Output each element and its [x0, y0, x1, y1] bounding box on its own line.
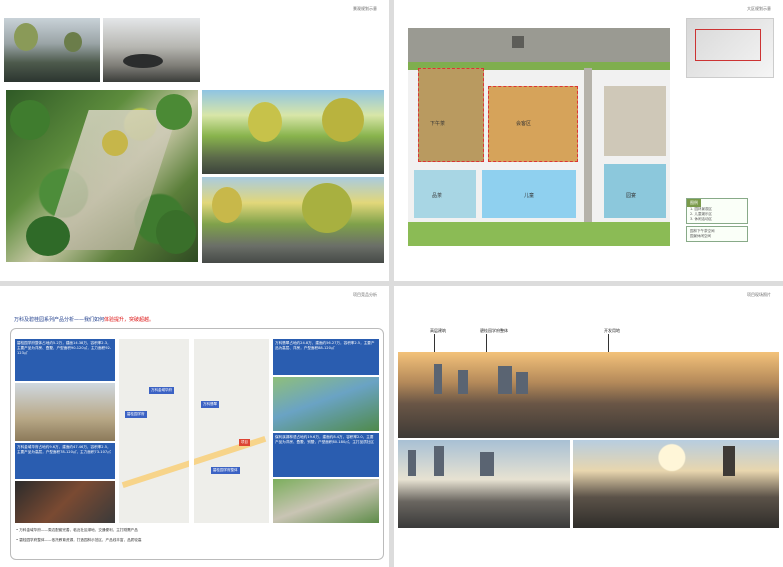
site-plan: 下午茶 会客区 品茶 儿童 园宴 [408, 28, 670, 246]
render-image-walkway [202, 177, 384, 263]
tree-shape [212, 187, 242, 223]
tree-shape [156, 94, 192, 130]
location-map: 万科金域华府 碧桂园学府 万科翡翠 项目 碧桂园学府整体 [119, 339, 269, 523]
tree-shape [102, 130, 128, 156]
plan-legend: 图例 1. 园林景观区 2. 儿童娱乐区 3. 休闲活动区 [686, 198, 748, 224]
page-competitor-analysis: 项目竞品分析 万科及碧桂园系列产品分析——我们如何体验提升，突破超越。 碧桂园学… [0, 286, 389, 567]
tree-shape [156, 210, 196, 254]
building-shape [408, 450, 416, 476]
plan-path [584, 68, 592, 246]
building-shape [498, 366, 512, 394]
site-photo-right [573, 440, 779, 528]
tree-shape [10, 100, 50, 140]
tree-shape [64, 32, 82, 52]
photo-right-top [273, 377, 379, 431]
panorama-photo [398, 352, 779, 438]
info-box-right-top: 万科翡翠占地约24.8万，建面约56.27万，容积率2.5，主要产品为高层、洋房… [273, 339, 379, 375]
building-shape [723, 446, 735, 476]
info-box-left-top: 碧桂园学府整体占地约5.2万，建面14.38万，容积率2.3，主要产品为洋房、叠… [15, 339, 115, 381]
building-shape [434, 446, 444, 476]
page-title: 万科及碧桂园系列产品分析——我们如何体验提升，突破超越。 [14, 316, 154, 323]
info-box-left-mid: 万科金域华府占地约9.6万，建面约47.46万，容积率2.5，主要产品为高层，户… [15, 443, 115, 479]
plan-label-tea: 下午茶 [430, 121, 446, 127]
photo-callout: 开发用地 [604, 328, 620, 333]
building-shape [434, 364, 442, 394]
photo-callout: 碧桂园学府整体 [480, 328, 508, 333]
sculpture-shape [123, 54, 163, 68]
tree-shape [14, 23, 38, 51]
analysis-frame: 碧桂园学府整体占地约5.2万，建面14.38万，容积率2.3，主要产品为洋房、叠… [10, 328, 384, 560]
info-box-right-mid: 保利溪湖林语占地约19.6万，建面约8.4万，容积率2.0，主要产品为洋房、叠墅… [273, 433, 379, 477]
plan-tea-pool [414, 170, 476, 218]
site-key-plan-thumbnail [686, 18, 774, 78]
title-red: 体验提升，突破超越。 [104, 317, 155, 323]
title-blue: 万科及碧桂园系列产品分析——我们如何 [14, 317, 105, 323]
legend-line: 园景休闲空间 [690, 234, 711, 238]
map-label-project: 项目 [239, 439, 250, 446]
render-image-sculpture [103, 18, 200, 82]
tree-shape [248, 102, 282, 142]
tree-shape [302, 183, 352, 233]
analysis-note: • 万科金域华府——周边配套完善，临近社区绿地，交通便利，主打刚需产品 [16, 528, 138, 532]
building-shape [516, 372, 528, 394]
legend-line: 3. 休闲活动区 [690, 217, 712, 221]
page-header: 项目竞品分析 [353, 292, 377, 297]
plan-label-meeting: 会客区 [516, 121, 532, 127]
site-photo-left [398, 440, 570, 528]
plan-road-top [408, 28, 670, 62]
page-header: 项目现场照片 [747, 292, 771, 297]
tree-shape [322, 98, 364, 142]
render-image-aerial [6, 90, 198, 262]
photo-left-bottom [15, 481, 115, 523]
analysis-note: • 碧桂园学府整体——依托教育资源，打造园林示范区，产品线丰富，品质较高 [16, 538, 142, 542]
plan-tea-area [418, 68, 484, 162]
map-label: 碧桂园学府 [125, 411, 147, 418]
photo-left-top [15, 383, 115, 441]
key-plan-outline [695, 29, 761, 61]
photo-right-bottom [273, 479, 379, 523]
plan-legend-secondary: 园林下午茶空间 园景休闲空间 [686, 226, 748, 242]
render-image-courtyard [4, 18, 100, 82]
building-shape [480, 452, 494, 476]
plan-kiosk [512, 36, 524, 48]
map-label: 万科金域华府 [149, 387, 174, 394]
photo-callout: 高层建筑 [430, 328, 446, 333]
plan-game-area [604, 164, 666, 218]
plan-label-pool: 品茶 [432, 193, 443, 199]
plan-meeting-area [488, 86, 578, 162]
legend-title: 图例 [687, 199, 701, 207]
plan-label-game: 园宴 [626, 193, 637, 199]
map-road [189, 339, 194, 523]
page-landscape-renders: 景观规划示意 [0, 0, 389, 281]
plan-paving [604, 86, 666, 156]
plan-label-kids: 儿童 [524, 193, 535, 199]
page-header: 大区规划示意 [747, 6, 771, 11]
page-site-plan: 大区规划示意 下午茶 会客区 品茶 儿童 园宴 图例 1. 园林景观区 2. 儿… [394, 0, 783, 281]
building-shape [458, 370, 468, 394]
page-header: 景观规划示意 [353, 6, 377, 11]
plan-lawn [408, 222, 670, 246]
page-site-photos: 项目现场照片 高层建筑 碧桂园学府整体 开发用地 [394, 286, 783, 567]
map-label: 万科翡翠 [201, 401, 219, 408]
map-label: 碧桂园学府整体 [211, 467, 240, 474]
tree-shape [26, 216, 70, 256]
render-image-plaza [202, 90, 384, 174]
